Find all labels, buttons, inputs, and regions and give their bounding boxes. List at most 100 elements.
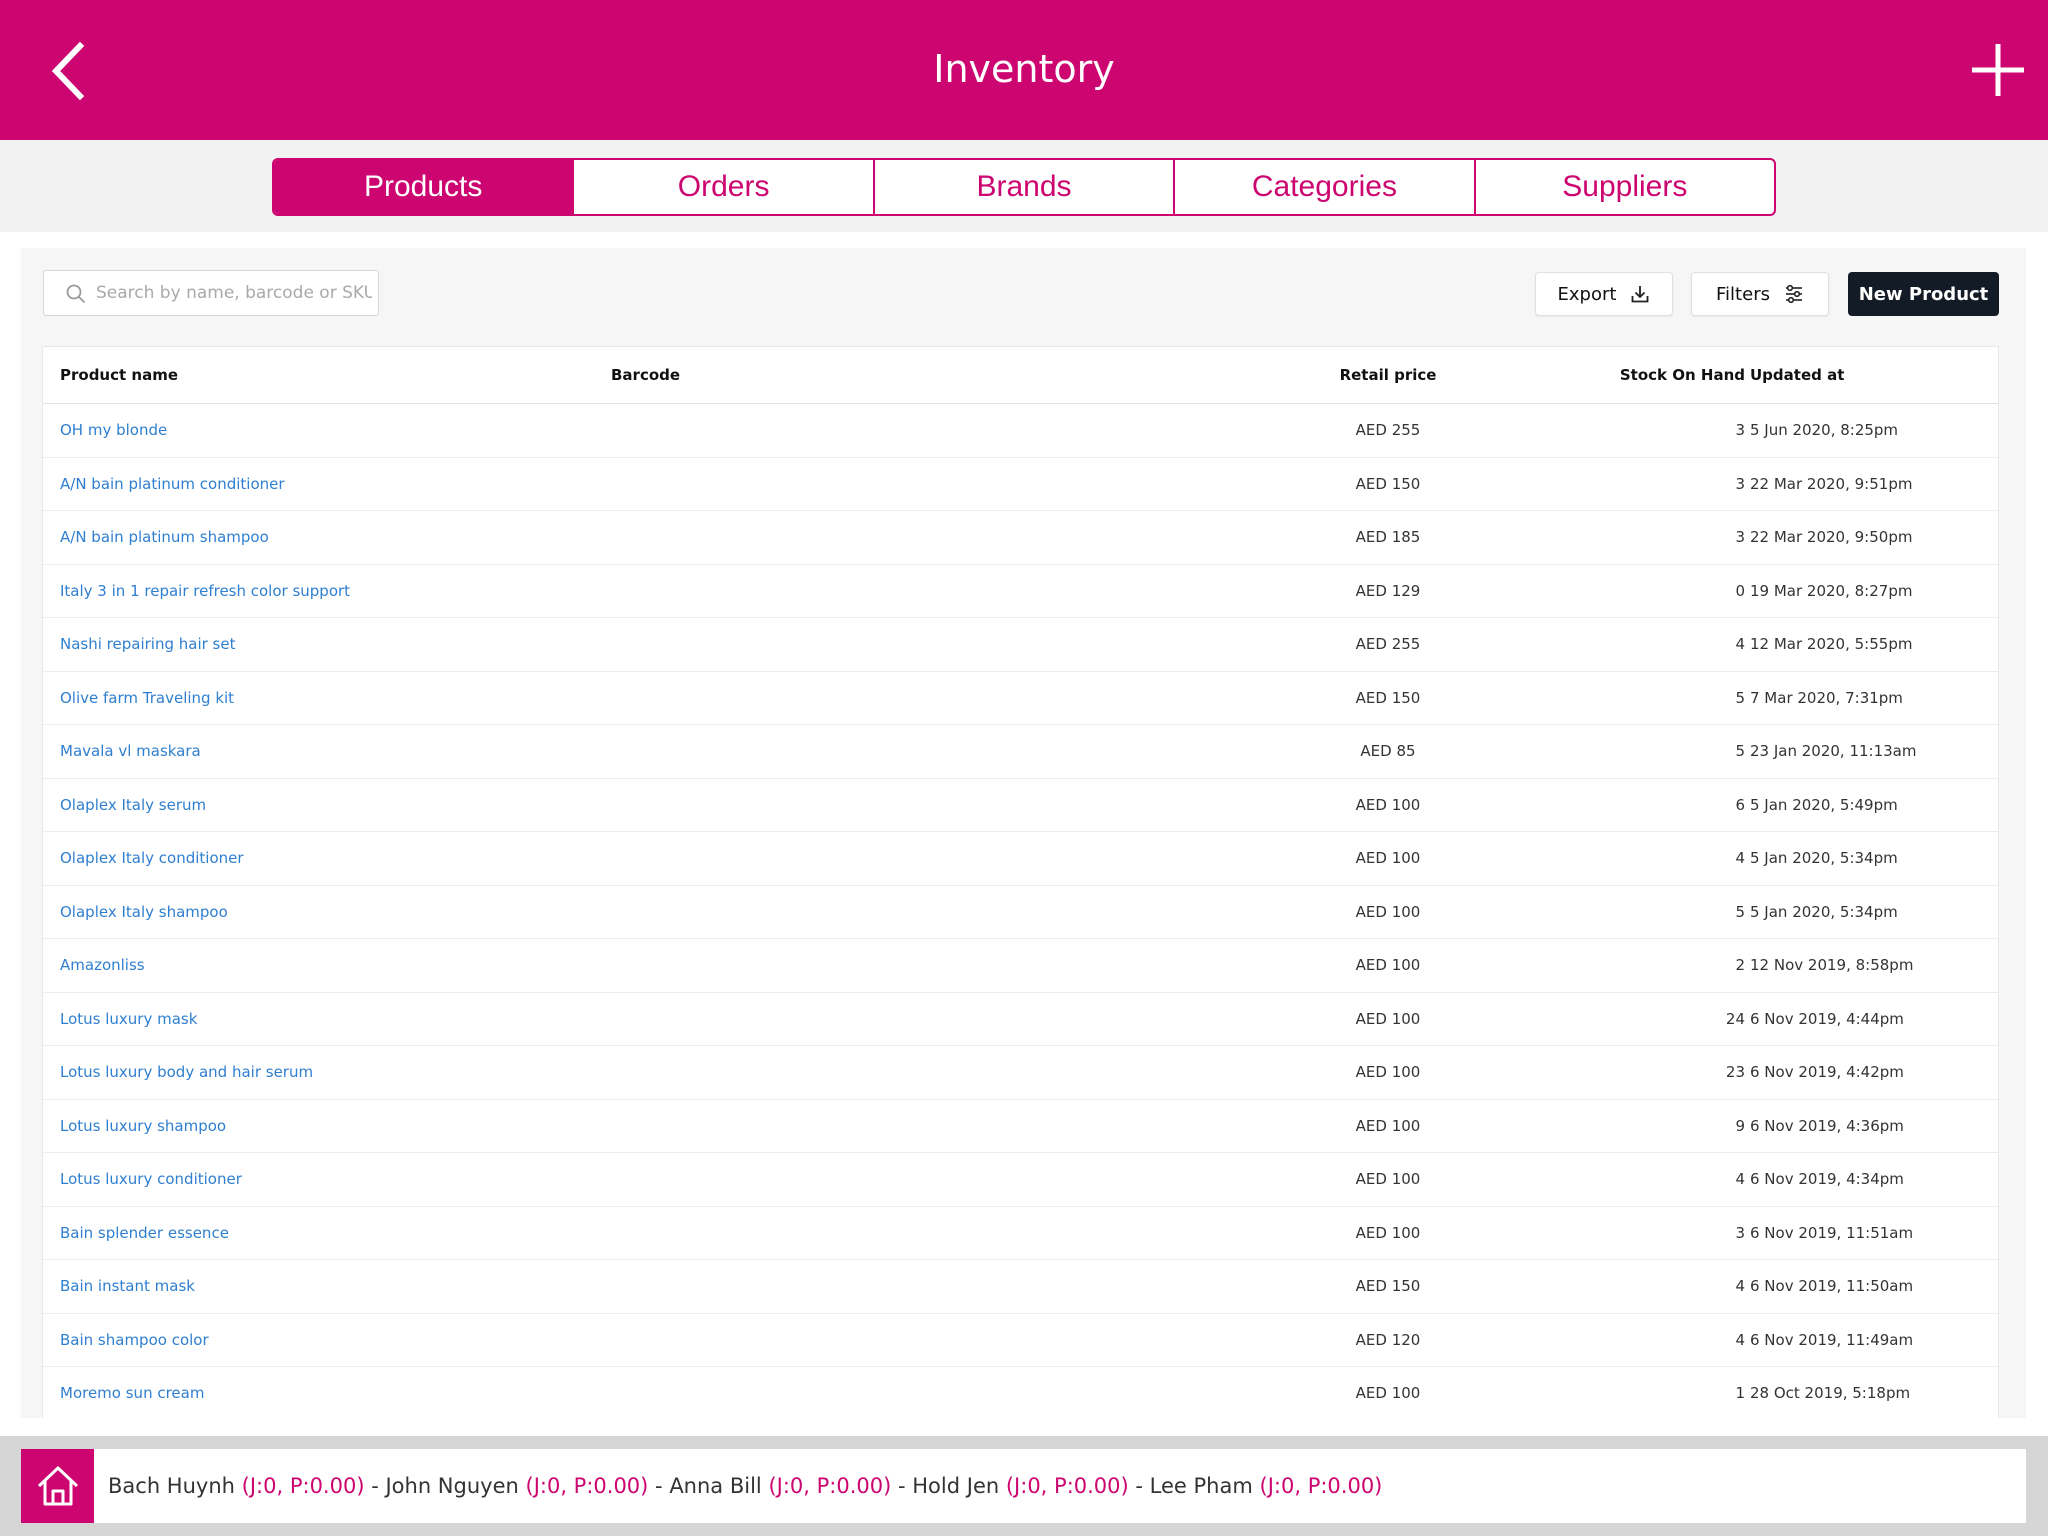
table-row[interactable]: Olive farm Traveling kit AED 150 5 7 Mar 20… [43, 672, 1998, 725]
product-name-cell: Olaplex Italy shampoo [60, 886, 228, 939]
stock-on-hand-cell: 24 [1725, 1009, 1745, 1028]
stock-on-hand-cell: 3 [1735, 1223, 1745, 1242]
table-row[interactable]: Bain shampoo color AED 120 4 6 Nov 2019, 11… [43, 1314, 1998, 1367]
staff-member[interactable]: Hold Jen (J:0, P:0.00) [912, 1474, 1128, 1498]
table-row[interactable]: Lotus luxury shampoo AED 100 9 6 Nov 2019, … [43, 1100, 1998, 1153]
product-name-link[interactable]: OH my blonde [60, 421, 167, 439]
table-body: OH my blonde AED 255 3 5 Jun 2020, 8:25pm A/… [43, 404, 1998, 1418]
product-name-cell: Bain instant mask [60, 1260, 195, 1313]
product-name-link[interactable]: Olive farm Traveling kit [60, 689, 234, 707]
updated-at-cell: 6 Nov 2019, 11:49am [1750, 1330, 1914, 1349]
product-name-link[interactable]: Olaplex Italy conditioner [60, 849, 244, 867]
retail-price-cell: AED 255 [1355, 421, 1421, 440]
product-name-link[interactable]: Olaplex Italy serum [60, 796, 206, 814]
stock-on-hand-cell: 0 [1735, 581, 1745, 600]
column-header-barcode[interactable]: Barcode [611, 347, 680, 403]
product-name-link[interactable]: A/N bain platinum conditioner [60, 475, 285, 493]
table-row[interactable]: Lotus luxury conditioner AED 100 4 6 Nov 20… [43, 1153, 1998, 1207]
table-header-row: Product name Barcode Retail price Stock … [43, 347, 1998, 404]
product-name-link[interactable]: Mavala vl maskara [60, 742, 201, 760]
table-row[interactable]: A/N bain platinum conditioner AED 150 3 22 … [43, 458, 1998, 511]
staff-member[interactable]: John Nguyen (J:0, P:0.00) [385, 1474, 648, 1498]
export-button[interactable]: Export [1535, 272, 1673, 316]
table-row[interactable]: A/N bain platinum shampoo AED 185 3 22 Mar … [43, 511, 1998, 565]
product-name-link[interactable]: A/N bain platinum shampoo [60, 528, 269, 546]
table-row[interactable]: Mavala vl maskara AED 85 5 23 Jan 2020, 11:… [43, 725, 1998, 779]
product-name-link[interactable]: Olaplex Italy shampoo [60, 903, 228, 921]
product-name-link[interactable]: Bain shampoo color [60, 1331, 209, 1349]
staff-name: John Nguyen [385, 1474, 519, 1498]
product-name-link[interactable]: Moremo sun cream [60, 1384, 204, 1402]
staff-name: Anna Bill [669, 1474, 762, 1498]
retail-price-cell: AED 185 [1355, 528, 1421, 547]
updated-at-cell: 5 Jan 2020, 5:34pm [1750, 902, 1898, 921]
new-product-button[interactable]: New Product [1848, 272, 1999, 316]
staff-separator: - [648, 1474, 670, 1498]
retail-price-cell: AED 100 [1355, 902, 1421, 921]
table-row[interactable]: Lotus luxury body and hair serum AED 100 2… [43, 1046, 1998, 1100]
staff-footer-inner: Bach Huynh (J:0, P:0.00) - John Nguyen (… [21, 1449, 2026, 1523]
table-row[interactable]: Bain instant mask AED 150 4 6 Nov 2019, 11:… [43, 1260, 1998, 1314]
table-row[interactable]: Nashi repairing hair set AED 255 4 12 Mar 2… [43, 618, 1998, 672]
product-name-link[interactable]: Bain splender essence [60, 1224, 229, 1242]
tab-suppliers[interactable]: Suppliers [1476, 160, 1774, 214]
stock-on-hand-cell: 5 [1735, 902, 1745, 921]
product-name-link[interactable]: Lotus luxury body and hair serum [60, 1063, 313, 1081]
table-row[interactable]: Lotus luxury mask AED 100 24 6 Nov 2019, 4:… [43, 993, 1998, 1046]
filters-button[interactable]: Filters [1691, 272, 1829, 316]
table-row[interactable]: Olaplex Italy serum AED 100 6 5 Jan 2020, 5… [43, 779, 1998, 832]
retail-price-cell: AED 150 [1355, 474, 1421, 493]
staff-member[interactable]: Anna Bill (J:0, P:0.00) [669, 1474, 891, 1498]
add-button[interactable] [1968, 40, 2028, 100]
updated-at-cell: 22 Mar 2020, 9:51pm [1750, 474, 1913, 493]
table-row[interactable]: Olaplex Italy conditioner AED 100 4 5 Jan 2… [43, 832, 1998, 886]
table-row[interactable]: Italy 3 in 1 repair refresh color suppor… [43, 565, 1998, 618]
top-app-bar: Inventory [0, 0, 2048, 140]
retail-price-cell: AED 129 [1355, 581, 1421, 600]
product-name-link[interactable]: Lotus luxury conditioner [60, 1170, 242, 1188]
home-button[interactable] [21, 1449, 94, 1523]
stock-on-hand-cell: 3 [1735, 528, 1745, 547]
retail-price-cell: AED 100 [1355, 1170, 1421, 1189]
product-name-cell: Bain splender essence [60, 1207, 229, 1260]
tab-brands[interactable]: Brands [875, 160, 1176, 214]
product-name-cell: Amazonliss [60, 939, 145, 992]
table-row[interactable]: Moremo sun cream AED 100 1 28 Oct 2019, 5:1… [43, 1367, 1998, 1418]
product-name-cell: Olive farm Traveling kit [60, 672, 234, 725]
staff-stat: (J:0, P:0.00) [1259, 1474, 1383, 1498]
product-name-link[interactable]: Bain instant mask [60, 1277, 195, 1295]
column-header-product-name[interactable]: Product name [60, 347, 178, 403]
staff-stat: (J:0, P:0.00) [525, 1474, 649, 1498]
updated-at-cell: 6 Nov 2019, 11:50am [1750, 1277, 1914, 1296]
product-name-cell: Italy 3 in 1 repair refresh color suppor… [60, 565, 350, 618]
column-header-stock-on-hand[interactable]: Stock On Hand [1583, 347, 1745, 403]
column-header-updated-at[interactable]: Updated at [1750, 347, 1844, 403]
product-name-link[interactable]: Italy 3 in 1 repair refresh color suppor… [60, 582, 350, 600]
staff-member[interactable]: Lee Pham (J:0, P:0.00) [1150, 1474, 1383, 1498]
product-name-link[interactable]: Nashi repairing hair set [60, 635, 235, 653]
table-row[interactable]: OH my blonde AED 255 3 5 Jun 2020, 8:25pm [43, 404, 1998, 458]
staff-stat: (J:0, P:0.00) [1005, 1474, 1129, 1498]
updated-at-cell: 6 Nov 2019, 4:42pm [1750, 1063, 1904, 1082]
retail-price-cell: AED 150 [1355, 1277, 1421, 1296]
stock-on-hand-cell: 4 [1735, 1170, 1745, 1189]
search-input[interactable] [96, 271, 372, 315]
retail-price-cell: AED 100 [1355, 1009, 1421, 1028]
staff-list: Bach Huynh (J:0, P:0.00) - John Nguyen (… [108, 1449, 1382, 1523]
product-name-link[interactable]: Lotus luxury mask [60, 1010, 197, 1028]
product-name-link[interactable]: Amazonliss [60, 956, 145, 974]
tab-categories[interactable]: Categories [1175, 160, 1476, 214]
updated-at-cell: 5 Jun 2020, 8:25pm [1750, 421, 1899, 440]
staff-member[interactable]: Bach Huynh (J:0, P:0.00) [108, 1474, 365, 1498]
table-row[interactable]: Amazonliss AED 100 2 12 Nov 2019, 8:58pm [43, 939, 1998, 993]
tab-products[interactable]: Products [274, 160, 575, 214]
stock-on-hand-cell: 4 [1735, 1330, 1745, 1349]
table-row[interactable]: Bain splender essence AED 100 3 6 Nov 2019,… [43, 1207, 1998, 1260]
staff-separator: - [364, 1474, 386, 1498]
stock-on-hand-cell: 9 [1735, 1116, 1745, 1135]
product-name-link[interactable]: Lotus luxury shampoo [60, 1117, 226, 1135]
column-header-retail-price[interactable]: Retail price [1303, 347, 1473, 403]
updated-at-cell: 23 Jan 2020, 11:13am [1750, 742, 1917, 761]
tab-orders[interactable]: Orders [574, 160, 875, 214]
table-row[interactable]: Olaplex Italy shampoo AED 100 5 5 Jan 2020,… [43, 886, 1998, 939]
